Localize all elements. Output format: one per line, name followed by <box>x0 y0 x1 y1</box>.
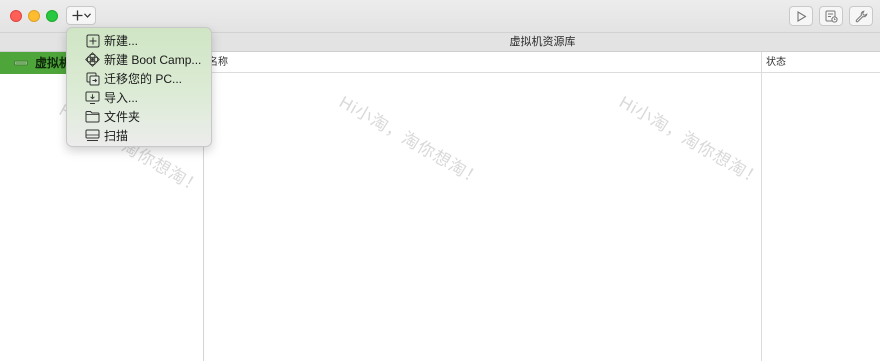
zoom-window-button[interactable] <box>46 10 58 22</box>
new-vm-icon <box>86 34 99 47</box>
menu-item-label: 新建... <box>104 34 139 48</box>
chevron-down-icon <box>83 13 91 18</box>
folder-icon <box>85 111 100 123</box>
column-header-status[interactable]: 状态 <box>761 52 880 73</box>
menu-item-migrate-pc[interactable]: 迁移您的 PC... <box>67 69 211 88</box>
menu-item-label: 迁移您的 PC... <box>104 72 183 86</box>
close-window-button[interactable] <box>10 10 22 22</box>
import-icon <box>85 91 100 104</box>
migrate-pc-icon <box>86 72 99 85</box>
menu-item-label: 扫描 <box>104 129 129 143</box>
vm-list-icon <box>14 60 28 66</box>
bootcamp-icon <box>85 52 100 67</box>
menu-item-folder[interactable]: 文件夹 <box>67 107 211 126</box>
wrench-icon <box>855 10 867 22</box>
vm-table: 名称 状态 <box>204 52 880 361</box>
start-vm-button[interactable] <box>789 6 813 26</box>
column-header-name[interactable]: 名称 <box>204 52 761 73</box>
menu-item-label: 新建 Boot Camp... <box>104 53 202 67</box>
minimize-window-button[interactable] <box>28 10 40 22</box>
snapshot-button[interactable] <box>819 6 843 26</box>
menu-item-scan[interactable]: 扫描 <box>67 126 211 145</box>
menu-item-label: 导入... <box>104 91 139 105</box>
add-button[interactable] <box>66 6 96 25</box>
scan-icon <box>85 129 100 141</box>
menu-item-label: 文件夹 <box>104 110 141 124</box>
add-menu: 新建... 新建 Boot Camp... 迁移您的 PC... 导入... 文… <box>66 27 212 147</box>
menu-item-new[interactable]: 新建... <box>67 31 211 50</box>
library-title: 虚拟机资源库 <box>509 36 576 48</box>
column-divider <box>761 73 762 361</box>
play-icon <box>796 10 807 22</box>
settings-button[interactable] <box>849 6 873 26</box>
snapshot-icon <box>825 10 838 23</box>
menu-item-new-bootcamp[interactable]: 新建 Boot Camp... <box>67 50 211 69</box>
plus-icon <box>72 10 82 21</box>
menu-item-import[interactable]: 导入... <box>67 88 211 107</box>
